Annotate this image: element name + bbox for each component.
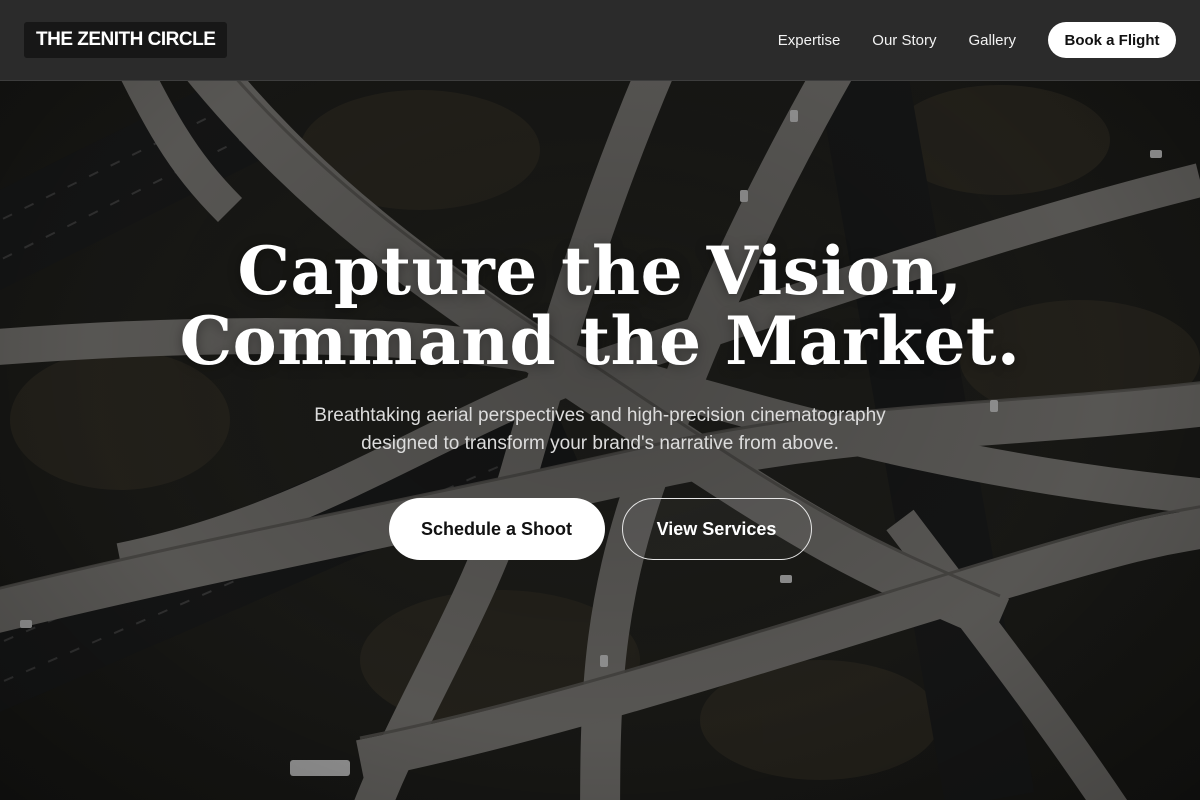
book-flight-button[interactable]: Book a Flight <box>1048 22 1176 58</box>
nav-link-our-story[interactable]: Our Story <box>872 32 936 49</box>
brand-logo[interactable]: THE ZENITH CIRCLE <box>24 22 228 58</box>
hero-subtitle-line-2: designed to transform your brand's narra… <box>361 433 839 454</box>
landing-page: THE ZENITH CIRCLE Expertise Our Story Ga… <box>0 0 1200 800</box>
site-header: THE ZENITH CIRCLE Expertise Our Story Ga… <box>0 0 1200 81</box>
nav-link-gallery[interactable]: Gallery <box>968 32 1016 49</box>
view-services-button[interactable]: View Services <box>621 498 812 560</box>
hero-actions: Schedule a Shoot View Services <box>0 498 1200 560</box>
schedule-shoot-button[interactable]: Schedule a Shoot <box>388 498 605 560</box>
hero-headline-line-2: Command the Market. <box>179 302 1021 380</box>
hero-subtitle-line-1: Breathtaking aerial perspectives and hig… <box>314 405 886 426</box>
hero-headline: Capture the Vision, Command the Market. <box>0 236 1200 376</box>
hero-headline-line-1: Capture the Vision, <box>237 232 963 310</box>
hero-section: Capture the Vision, Command the Market. … <box>0 236 1200 560</box>
main-nav: Expertise Our Story Gallery Book a Fligh… <box>778 22 1176 58</box>
nav-link-expertise[interactable]: Expertise <box>778 32 841 49</box>
hero-subtitle: Breathtaking aerial perspectives and hig… <box>270 402 930 458</box>
